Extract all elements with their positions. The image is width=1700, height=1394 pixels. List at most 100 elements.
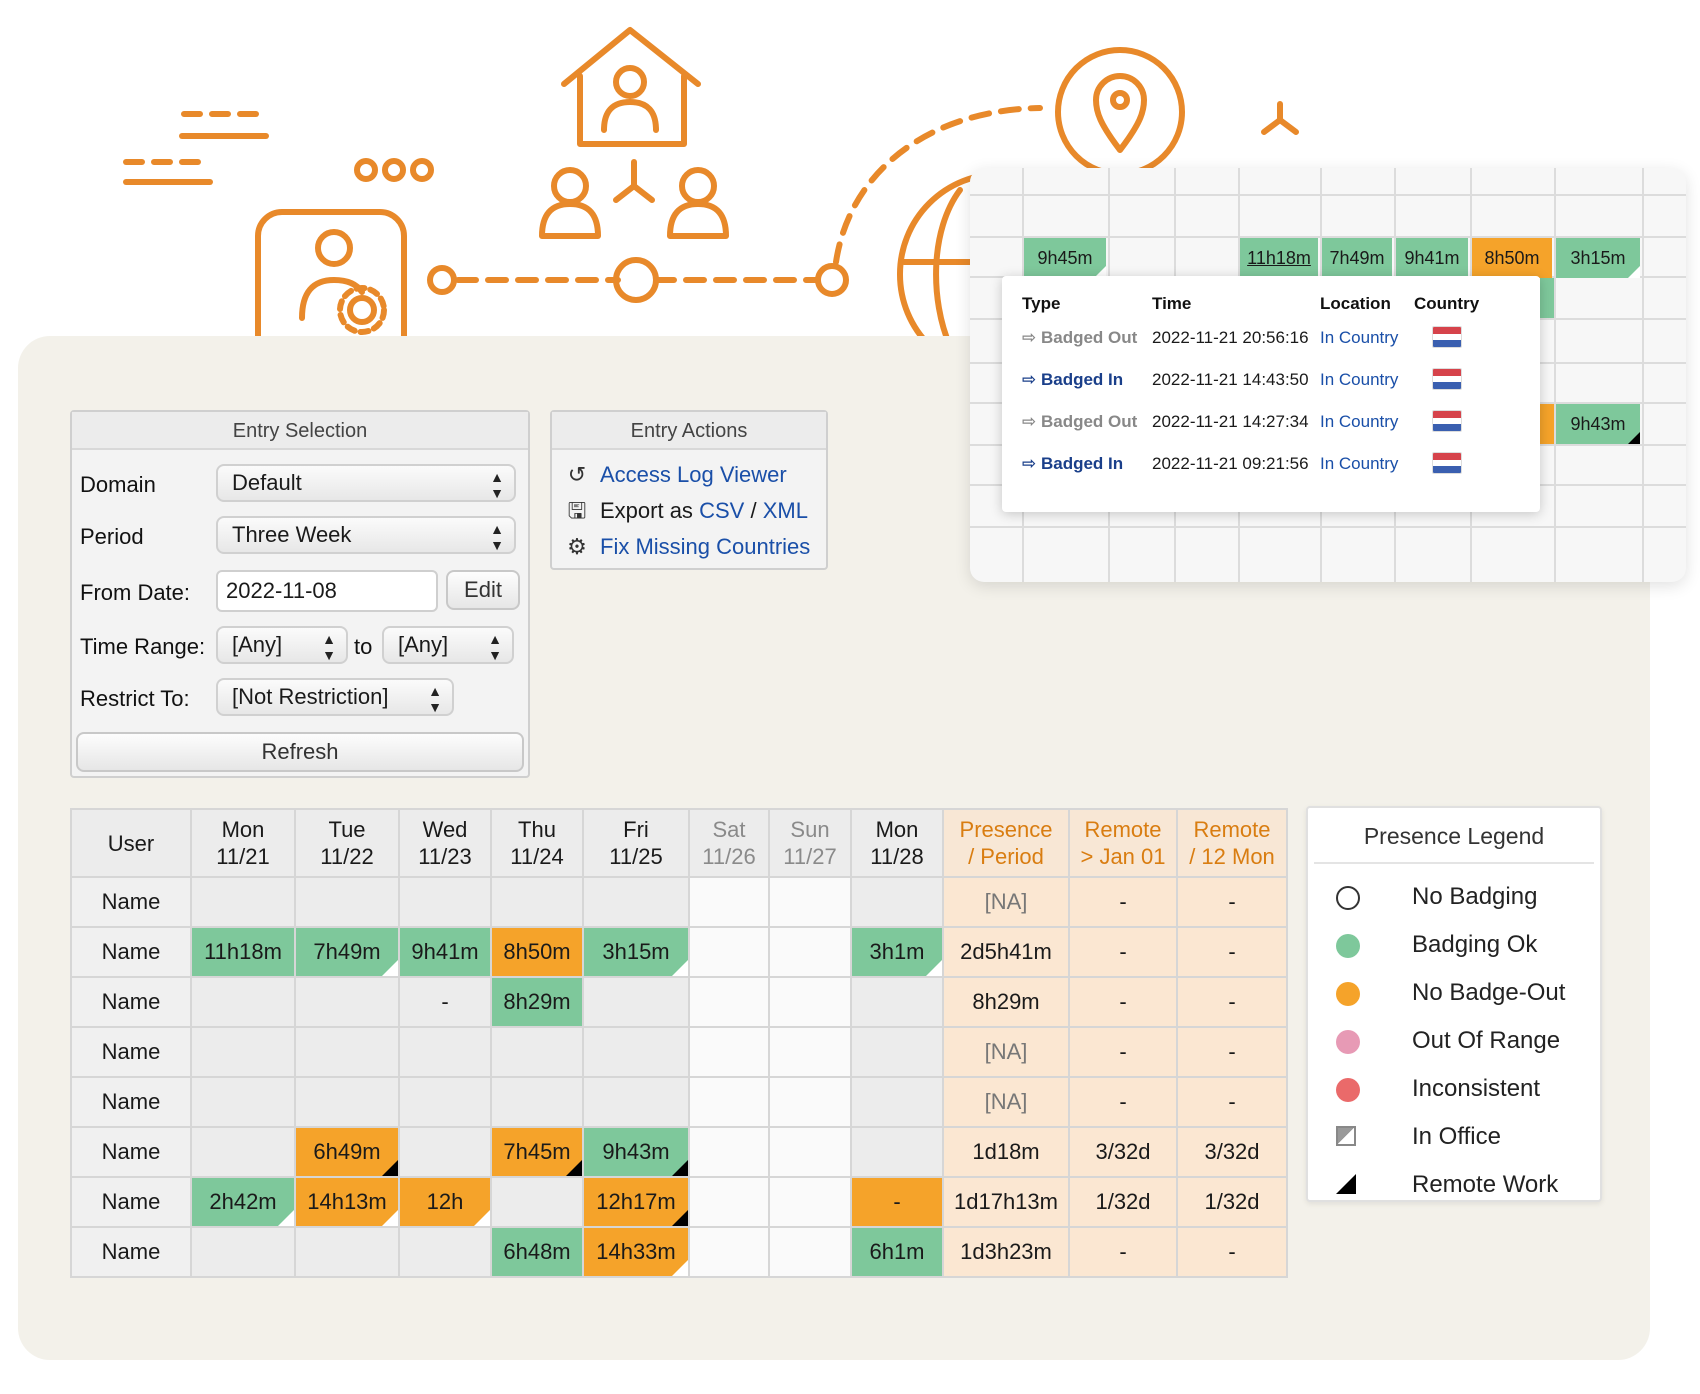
day-cell[interactable] (768, 976, 852, 1028)
day-cell[interactable] (398, 1026, 492, 1078)
day-cell[interactable]: - (850, 1176, 944, 1228)
header-day[interactable]: Mon 11/28 (850, 808, 944, 878)
day-cell[interactable] (688, 1076, 770, 1128)
day-cell[interactable]: 14h13m (294, 1176, 400, 1228)
header-day[interactable]: Mon 11/21 (190, 808, 296, 878)
day-cell[interactable] (294, 1226, 400, 1278)
day-cell[interactable] (850, 876, 944, 928)
day-cell[interactable] (294, 976, 400, 1028)
day-cell[interactable] (582, 876, 690, 928)
day-cell[interactable] (398, 1126, 492, 1178)
user-name[interactable]: Name (70, 876, 192, 928)
day-cell[interactable] (190, 1026, 296, 1078)
edit-date-button[interactable]: Edit (446, 570, 520, 610)
user-name[interactable]: Name (70, 1026, 192, 1078)
day-cell[interactable] (688, 876, 770, 928)
day-cell[interactable]: 6h49m (294, 1126, 400, 1178)
day-cell[interactable] (688, 976, 770, 1028)
day-cell[interactable] (190, 976, 296, 1028)
user-name[interactable]: Name (70, 1076, 192, 1128)
day-cell[interactable]: 12h17m (582, 1176, 690, 1228)
day-cell[interactable]: 6h48m (490, 1226, 584, 1278)
day-cell[interactable] (582, 1026, 690, 1078)
export-xml-link[interactable]: XML (763, 498, 808, 523)
day-cell[interactable] (294, 1026, 400, 1078)
day-cell[interactable] (768, 1076, 852, 1128)
strip-cell[interactable]: 11h18m (1240, 238, 1318, 278)
day-cell[interactable]: 8h29m (490, 976, 584, 1028)
day-cell[interactable] (398, 876, 492, 928)
day-cell[interactable] (190, 876, 296, 928)
strip-cell[interactable]: 7h49m (1322, 238, 1392, 278)
day-cell[interactable] (490, 1026, 584, 1078)
day-cell[interactable]: - (398, 976, 492, 1028)
day-cell[interactable] (688, 1176, 770, 1228)
day-cell[interactable] (850, 1126, 944, 1178)
day-cell[interactable]: 12h (398, 1176, 492, 1228)
header-day-weekend[interactable]: Sun 11/27 (768, 808, 852, 878)
domain-select[interactable]: Default ▲ ▼ (216, 464, 516, 502)
popup-location-link[interactable]: In Country (1320, 328, 1398, 348)
header-day[interactable]: Fri 11/25 (582, 808, 690, 878)
day-cell[interactable] (688, 926, 770, 978)
restrict-to-select[interactable]: [Not Restriction] ▲ ▼ (216, 678, 454, 716)
day-cell[interactable] (850, 1026, 944, 1078)
day-cell[interactable] (582, 1076, 690, 1128)
from-date-input[interactable]: 2022-11-08 (216, 570, 438, 612)
day-cell[interactable] (190, 1076, 296, 1128)
user-name[interactable]: Name (70, 926, 192, 978)
header-day[interactable]: Wed 11/23 (398, 808, 492, 878)
day-cell[interactable] (294, 876, 400, 928)
day-cell[interactable] (768, 1026, 852, 1078)
strip-cell[interactable]: 9h41m (1396, 238, 1468, 278)
strip-cell[interactable]: 8h50m (1472, 238, 1552, 278)
day-cell[interactable]: 11h18m (190, 926, 296, 978)
day-cell[interactable] (768, 1176, 852, 1228)
day-cell[interactable] (688, 1226, 770, 1278)
strip-cell[interactable]: 9h45m (1024, 238, 1106, 278)
strip-cell[interactable]: 3h15m (1556, 238, 1640, 278)
day-cell[interactable]: 7h49m (294, 926, 400, 978)
user-name[interactable]: Name (70, 1126, 192, 1178)
day-cell[interactable]: 3h1m (850, 926, 944, 978)
header-presence-period[interactable]: Presence / Period (942, 808, 1070, 878)
header-day[interactable]: Thu 11/24 (490, 808, 584, 878)
day-cell[interactable] (768, 1126, 852, 1178)
popup-location-link[interactable]: In Country (1320, 454, 1398, 474)
time-range-to-select[interactable]: [Any] ▲ ▼ (382, 626, 514, 664)
day-cell[interactable] (850, 976, 944, 1028)
day-cell[interactable]: 2h42m (190, 1176, 296, 1228)
day-cell[interactable]: 14h33m (582, 1226, 690, 1278)
fix-missing-countries-link[interactable]: ⚙ Fix Missing Countries (564, 532, 810, 562)
header-user[interactable]: User (70, 808, 192, 878)
time-range-from-select[interactable]: [Any] ▲ ▼ (216, 626, 348, 664)
strip-cell[interactable]: 9h43m (1556, 404, 1640, 444)
day-cell[interactable]: 9h41m (398, 926, 492, 978)
day-cell[interactable] (190, 1226, 296, 1278)
day-cell[interactable] (490, 876, 584, 928)
access-log-viewer-link[interactable]: ↺ Access Log Viewer (564, 460, 787, 490)
day-cell[interactable] (850, 1076, 944, 1128)
export-csv-link[interactable]: CSV (699, 498, 744, 523)
period-select[interactable]: Three Week ▲ ▼ (216, 516, 516, 554)
day-cell[interactable] (490, 1176, 584, 1228)
header-day[interactable]: Tue 11/22 (294, 808, 400, 878)
user-name[interactable]: Name (70, 1226, 192, 1278)
user-name[interactable]: Name (70, 976, 192, 1028)
day-cell[interactable] (688, 1126, 770, 1178)
day-cell[interactable] (294, 1076, 400, 1128)
day-cell[interactable]: 3h15m (582, 926, 690, 978)
refresh-button[interactable]: Refresh (76, 732, 524, 772)
day-cell[interactable]: 6h1m (850, 1226, 944, 1278)
popup-location-link[interactable]: In Country (1320, 412, 1398, 432)
day-cell[interactable]: 9h43m (582, 1126, 690, 1178)
day-cell[interactable] (398, 1226, 492, 1278)
day-cell[interactable] (768, 876, 852, 928)
day-cell[interactable] (582, 976, 690, 1028)
day-cell[interactable] (688, 1026, 770, 1078)
user-name[interactable]: Name (70, 1176, 192, 1228)
day-cell[interactable] (190, 1126, 296, 1178)
day-cell[interactable]: 7h45m (490, 1126, 584, 1178)
day-cell[interactable] (398, 1076, 492, 1128)
header-remote-jan[interactable]: Remote > Jan 01 (1068, 808, 1178, 878)
